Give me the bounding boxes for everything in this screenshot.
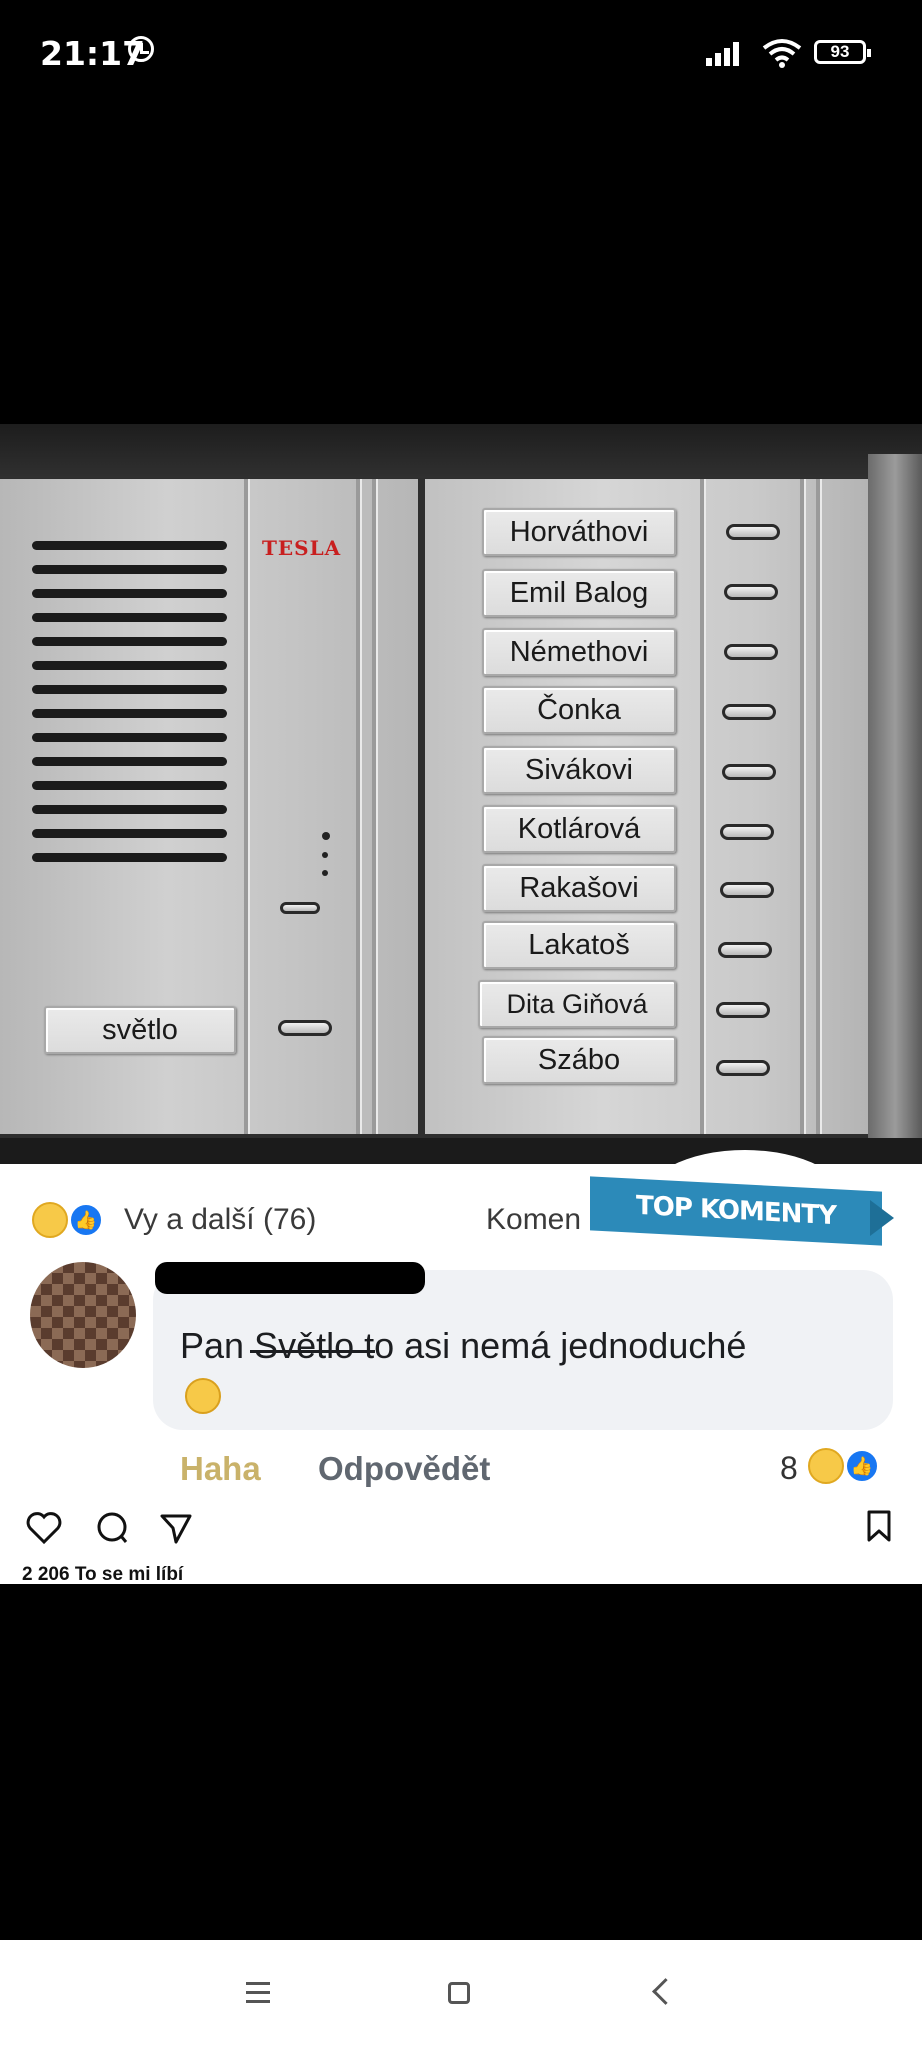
reactions-summary[interactable]: Vy a další (76)	[124, 1203, 316, 1237]
avatar[interactable]	[30, 1262, 136, 1368]
doorbell-button	[278, 1020, 332, 1036]
haha-react-button[interactable]: Haha	[180, 1450, 261, 1488]
reaction-icons[interactable]: 👍	[32, 1202, 112, 1238]
nameplate: Némethovi	[482, 628, 676, 676]
smirk-emoji-icon	[185, 1378, 221, 1414]
brand-logo: TESLA	[262, 536, 342, 560]
led-icon	[322, 870, 328, 876]
haha-emoji-icon	[32, 1202, 68, 1238]
bookmark-icon[interactable]	[866, 1510, 892, 1542]
battery-icon: 93	[814, 40, 871, 64]
nameplate: Emil Balog	[482, 569, 676, 617]
doorbell-button	[720, 824, 774, 840]
nameplate: Szábo	[482, 1036, 676, 1084]
status-bar: 21:17 93	[0, 0, 922, 105]
alarm-icon	[128, 36, 154, 62]
strikethrough-mark	[250, 1350, 375, 1353]
comment-icon[interactable]	[92, 1508, 132, 1548]
haha-emoji-icon	[808, 1448, 844, 1484]
doorbell-button	[722, 764, 776, 780]
led-icon	[322, 832, 330, 840]
led-icon	[322, 852, 328, 858]
doorbell-button	[726, 524, 780, 540]
home-icon[interactable]	[448, 1982, 470, 2004]
doorbell-button	[716, 1060, 770, 1076]
nameplate: Čonka	[482, 686, 676, 734]
light-button: světlo	[44, 1006, 236, 1054]
doorbell-button	[716, 1002, 770, 1018]
comments-count[interactable]: Komen	[486, 1203, 581, 1237]
heart-icon[interactable]	[24, 1508, 64, 1548]
doorbell-button	[722, 704, 776, 720]
like-thumb-icon: 👍	[68, 1202, 104, 1238]
signal-icon	[706, 40, 748, 66]
nameplate: Horváthovi	[482, 508, 676, 556]
doorbell-button	[720, 882, 774, 898]
wifi-icon	[762, 39, 802, 68]
share-icon[interactable]	[156, 1508, 196, 1548]
doorbell-button	[724, 584, 778, 600]
comment-text: Pan Světlo to asi nemá jednoduché	[180, 1325, 747, 1366]
nameplate: Rakašovi	[482, 864, 676, 912]
key-icon	[280, 902, 320, 914]
comment-reaction-count: 8	[780, 1450, 798, 1486]
nameplate: Sivákovi	[482, 746, 676, 794]
ribbon-tail	[870, 1200, 894, 1236]
nameplate: Lakatoš	[482, 921, 676, 969]
nameplate: Kotlárová	[482, 805, 676, 853]
reply-button[interactable]: Odpovědět	[318, 1450, 490, 1488]
like-thumb-icon: 👍	[844, 1448, 880, 1484]
speaker-grille	[32, 541, 227, 877]
nameplate: Dita Giňová	[478, 980, 676, 1028]
redacted-author-name	[155, 1262, 425, 1294]
like-count: 2 206 To se mi líbí	[22, 1564, 184, 1585]
doorbell-button	[724, 644, 778, 660]
menu-icon[interactable]	[246, 1982, 270, 2009]
doorbell-button	[718, 942, 772, 958]
intercom-photo: TESLA světlo Horváthovi Emil Balog Német…	[0, 424, 922, 1164]
